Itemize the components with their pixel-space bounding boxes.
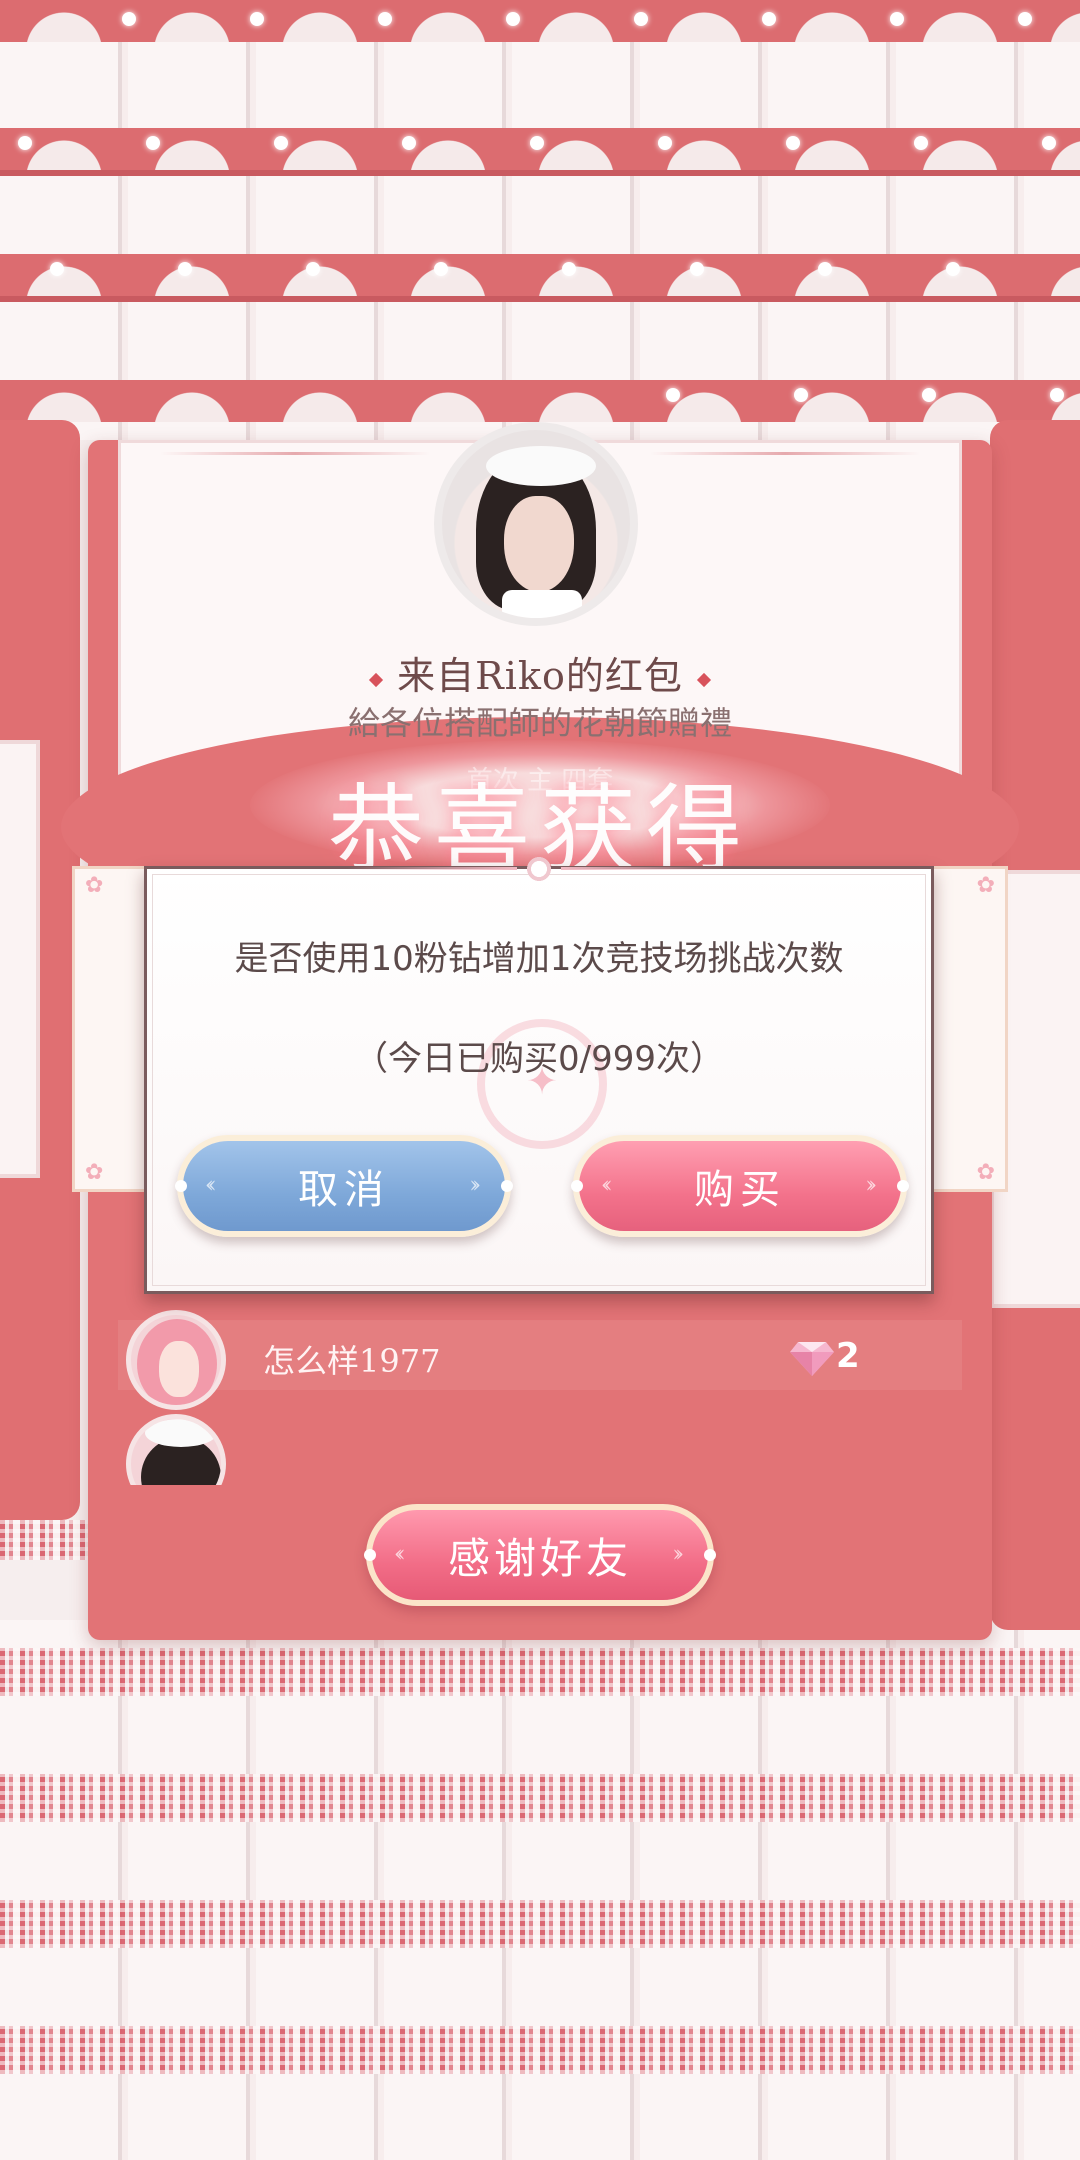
envelope-deco-line-right [650, 452, 920, 455]
purchase-count-note: （今日已购买0/999次） [354, 1039, 724, 1079]
avatar [126, 1414, 226, 1485]
dialog-deco-line-left [347, 867, 517, 870]
list-item[interactable]: 怎么样1977 2 [118, 1310, 962, 1410]
avatar [126, 1310, 226, 1410]
envelope-subtitle: 給各位搭配師的花朝節贈禮 [347, 704, 732, 742]
ghost-panel-left [0, 420, 80, 1520]
dialog-message: 是否使用10粉钻增加1次竞技场挑战次数 [234, 939, 844, 979]
diamond-gem-icon [790, 1342, 834, 1376]
flower-deco-icon: ✿ [85, 1160, 104, 1185]
gem-count: 2 [836, 1336, 860, 1376]
cancel-button[interactable]: ‹‹ 取消 ›› [175, 1135, 513, 1237]
flower-deco-icon: ✿ [85, 873, 104, 898]
dot-deco-icon [364, 1549, 376, 1561]
chevrons-right-icon: ›› [672, 1542, 683, 1567]
sender-avatar [434, 422, 638, 626]
dot-deco-icon [897, 1180, 909, 1192]
envelope-deco-line-left [160, 452, 430, 455]
thank-friends-button[interactable]: ‹‹ 感谢好友 ›› [364, 1504, 716, 1606]
list-item[interactable] [118, 1414, 962, 1485]
chevrons-left-icon: ‹‹ [601, 1173, 612, 1198]
thank-friends-label: 感谢好友 [447, 1533, 632, 1583]
dot-deco-icon [704, 1549, 716, 1561]
dot-deco-icon [501, 1180, 513, 1192]
friend-name: 怎么样1977 [263, 1342, 441, 1380]
cancel-label: 取消 [298, 1167, 390, 1213]
flower-deco-icon: ✿ [976, 1160, 995, 1185]
flower-deco-icon: ✿ [976, 873, 995, 898]
chevrons-right-icon: ›› [469, 1173, 480, 1198]
friend-list[interactable]: 怎么样1977 2 [118, 1290, 962, 1485]
dot-deco-icon [571, 1180, 583, 1192]
chevrons-left-icon: ‹‹ [394, 1542, 405, 1567]
buy-label: 购买 [694, 1167, 786, 1213]
dot-deco-icon [175, 1180, 187, 1192]
sender-title: 来自Riko的红包 [397, 654, 683, 698]
dialog-deco-line-right [561, 867, 731, 870]
diamond-deco-icon [696, 672, 711, 687]
sender-title-row: 来自Riko的红包 [0, 645, 1080, 700]
buy-button[interactable]: ‹‹ 购买 ›› [571, 1135, 909, 1237]
chevrons-left-icon: ‹‹ [205, 1173, 216, 1198]
pearl-deco-icon [525, 855, 553, 883]
purchase-confirm-dialog: 是否使用10粉钻增加1次竞技场挑战次数 （今日已购买0/999次） ‹‹ 取消 … [144, 855, 934, 1294]
chevrons-right-icon: ›› [865, 1173, 876, 1198]
diamond-deco-icon [369, 672, 384, 687]
